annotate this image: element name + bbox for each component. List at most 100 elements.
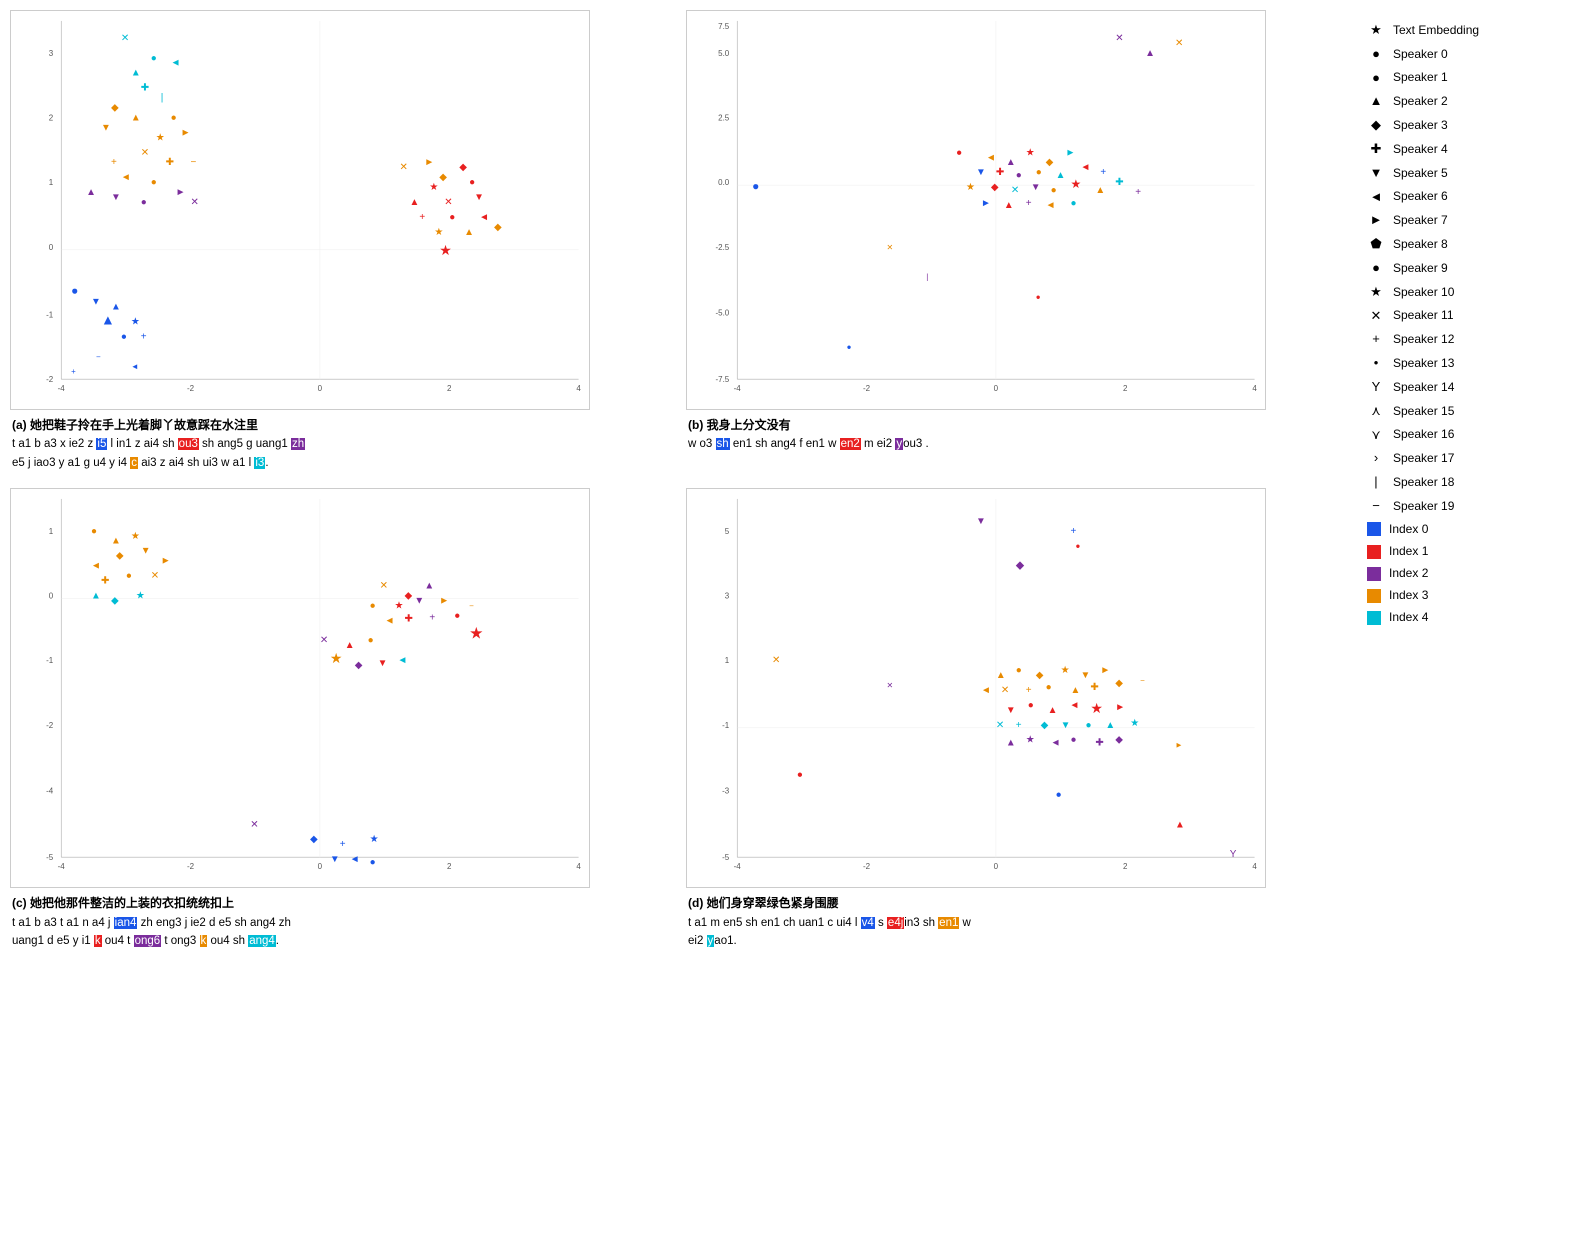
svg-text:▲: ▲: [345, 640, 355, 651]
svg-text:◆: ◆: [111, 596, 119, 607]
svg-text:-2: -2: [187, 384, 195, 393]
svg-text:◄: ◄: [131, 362, 139, 371]
svg-text:✕: ✕: [380, 581, 388, 592]
svg-text:-2: -2: [863, 384, 871, 393]
svg-text:-4: -4: [734, 862, 742, 871]
svg-text:-2.5: -2.5: [716, 243, 730, 252]
caption-c: (c) 她把他那件整洁的上装的衣扣统统扣上 t a1 b a3 t a1 n a…: [10, 888, 590, 956]
svg-text:4: 4: [576, 862, 581, 871]
legend-item-speaker1: ● Speaker 1: [1367, 68, 1557, 89]
legend-item-speaker15: ⋏ Speaker 15: [1367, 401, 1557, 422]
svg-text:▼: ▼: [141, 546, 151, 557]
plots-area: -4 -2 0 2 4 -2 -1 0 1 2 3 ✕: [10, 10, 1352, 956]
svg-text:✕: ✕: [191, 197, 199, 208]
legend-label: Speaker 14: [1393, 378, 1454, 397]
svg-text:●: ●: [1028, 700, 1034, 711]
svg-text:◄: ◄: [91, 561, 101, 572]
svg-text:●: ●: [1016, 665, 1022, 676]
svg-text:►: ►: [1175, 741, 1183, 750]
legend-label: Speaker 6: [1393, 187, 1448, 206]
svg-text:▲: ▲: [1071, 685, 1081, 696]
svg-text:●: ●: [752, 179, 759, 193]
svg-text:-2: -2: [187, 862, 195, 871]
dot-icon-13: •: [1367, 353, 1385, 374]
svg-text:▲: ▲: [1056, 170, 1066, 181]
svg-text:−: −: [1140, 676, 1145, 685]
legend-label: Speaker 9: [1393, 259, 1448, 278]
svg-text:0: 0: [994, 384, 999, 393]
svg-text:▲: ▲: [131, 68, 141, 79]
svg-text:●: ●: [956, 147, 962, 158]
svg-text:◆: ◆: [1016, 560, 1025, 572]
svg-text:◆: ◆: [1041, 720, 1049, 731]
diamond-icon-3: ◆: [1367, 115, 1385, 136]
svg-text:●: ●: [847, 342, 852, 351]
svg-text:►: ►: [1115, 702, 1125, 713]
svg-text:◆: ◆: [1115, 678, 1123, 689]
svg-text:+: +: [1135, 187, 1141, 198]
legend-label: Speaker 2: [1393, 92, 1448, 111]
svg-text:▲: ▲: [1004, 200, 1014, 211]
svg-text:-5: -5: [46, 853, 54, 862]
svg-text:-4: -4: [46, 787, 54, 796]
svg-text:✕: ✕: [250, 819, 258, 830]
x-icon-11: ✕: [1367, 306, 1385, 327]
svg-text:✕: ✕: [1011, 185, 1019, 196]
svg-text:●: ●: [121, 331, 127, 342]
plus-icon-4: ✚: [1367, 139, 1385, 160]
svg-text:✕: ✕: [886, 681, 893, 690]
legend-label: Speaker 3: [1393, 116, 1448, 135]
svg-text:▲: ▲: [1006, 738, 1016, 749]
svg-text:◆: ◆: [494, 222, 502, 233]
legend-item-speaker8: ⬟ Speaker 8: [1367, 234, 1557, 255]
svg-text:5.0: 5.0: [718, 49, 730, 58]
svg-text:0: 0: [49, 592, 54, 601]
svg-text:►: ►: [439, 596, 449, 607]
svg-text:◄: ◄: [981, 685, 991, 696]
svg-text:★: ★: [469, 625, 483, 642]
legend-label: Speaker 0: [1393, 45, 1448, 64]
legend-item-speaker5: ▼ Speaker 5: [1367, 163, 1557, 184]
main-container: -4 -2 0 2 4 -2 -1 0 1 2 3 ✕: [0, 0, 1582, 966]
legend-item-index0: Index 0: [1367, 520, 1557, 539]
plot-canvas-d: -4 -2 0 2 4 -5 -3 -1 1 3 5 ▼ +: [686, 488, 1266, 888]
legend-label: Index 1: [1389, 542, 1428, 561]
svg-text:-1: -1: [46, 310, 54, 319]
legend-label: Speaker 10: [1393, 283, 1454, 302]
svg-text:▼: ▼: [101, 122, 111, 133]
svg-text:+: +: [71, 367, 76, 376]
svg-text:★: ★: [131, 316, 140, 327]
plus-icon-12: +: [1367, 329, 1385, 350]
circle-icon-0: ●: [1367, 44, 1385, 65]
svg-text:●: ●: [1036, 293, 1041, 302]
svg-text:4: 4: [1252, 862, 1257, 871]
svg-text:▲: ▲: [111, 536, 121, 547]
svg-text:▲: ▲: [91, 591, 101, 602]
svg-text:✕: ✕: [772, 655, 780, 666]
svg-text:-4: -4: [734, 384, 742, 393]
svg-text:-1: -1: [46, 656, 54, 665]
svg-text:●: ●: [797, 770, 803, 781]
dash-icon-19: −: [1367, 496, 1385, 517]
legend-label: Speaker 13: [1393, 354, 1454, 373]
svg-text:►: ►: [1100, 665, 1110, 676]
caption-d-title: (d) 她们身穿翠绿色紧身围腰: [688, 896, 839, 910]
legend-label: Speaker 1: [1393, 68, 1448, 87]
svg-text:2: 2: [1123, 384, 1128, 393]
svg-text:✚: ✚: [996, 167, 1004, 178]
legend-item-speaker12: + Speaker 12: [1367, 329, 1557, 350]
svg-text:+: +: [1016, 720, 1022, 731]
svg-text:✕: ✕: [151, 571, 159, 582]
svg-text:2: 2: [447, 384, 452, 393]
svg-text:✕: ✕: [1001, 685, 1009, 696]
svg-text:+: +: [141, 331, 147, 342]
svg-text:★: ★: [434, 227, 443, 238]
svg-text:-1: -1: [722, 721, 730, 730]
svg-text:-2: -2: [46, 375, 54, 384]
svg-text:4: 4: [576, 384, 581, 393]
svg-text:★: ★: [156, 132, 165, 143]
legend-label: Speaker 11: [1393, 306, 1454, 325]
svg-text:◆: ◆: [1115, 735, 1123, 746]
legend-label: Text Embedding: [1393, 21, 1479, 40]
legend-item-speaker2: ▲ Speaker 2: [1367, 91, 1557, 112]
